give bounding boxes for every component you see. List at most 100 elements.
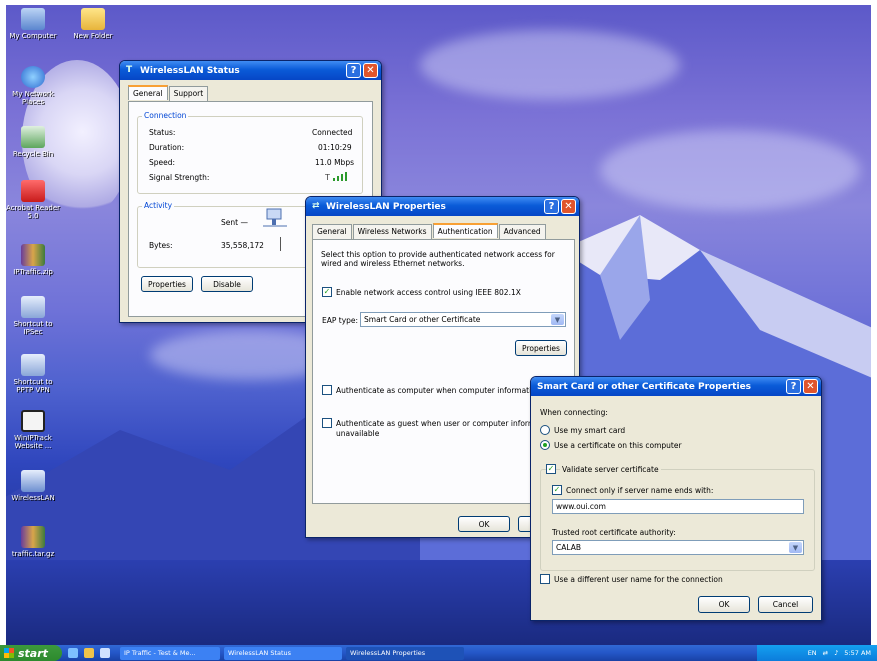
task-ip-traffic[interactable]: IP Traffic - Test & Me... [120,646,220,660]
network-icon: T [126,65,133,75]
validate-server-label: Validate server certificate [560,465,661,474]
desktop-icon-ipsec[interactable]: Shortcut to IPSec [4,296,62,336]
auth-as-guest-checkbox[interactable] [322,418,332,428]
auth-as-computer-checkbox[interactable] [322,385,332,395]
window-title: WirelessLAN Properties [326,201,446,212]
validate-server-checkbox[interactable]: ✓ [546,464,556,474]
tab-authentication[interactable]: Authentication [432,223,498,238]
tab-general[interactable]: General [312,224,352,239]
validate-group [540,469,815,571]
desktop-icon-new-folder[interactable]: New Folder [64,8,122,40]
ok-button[interactable]: OK [458,516,510,532]
speed-label: Speed: [149,158,176,167]
website-icon [21,410,45,432]
shortcut-icon [21,296,45,318]
system-tray: EN ⇄ ♪ 5:57 AM [757,645,877,661]
trusted-root-select[interactable]: CALAB ▼ [552,540,804,555]
auth-as-guest-label: Authenticate as guest when user or compu… [336,419,545,428]
signal-strength-icon: T [325,172,347,182]
tab-advanced[interactable]: Advanced [498,224,546,239]
windows-logo-icon [4,648,14,658]
desktop-icon-label: Recycle Bin [12,150,54,158]
network-tray-icon[interactable]: ⇄ [823,649,828,657]
desktop-icon-iptraffic-zip[interactable]: IPTraffic.zip [4,244,62,276]
close-button[interactable]: ✕ [803,379,818,394]
window-title: Smart Card or other Certificate Properti… [537,381,752,392]
smartcard-window: Smart Card or other Certificate Properti… [530,376,822,621]
eap-properties-button[interactable]: Properties [515,340,567,356]
start-button[interactable]: start [0,645,62,661]
disable-button[interactable]: Disable [201,276,253,292]
svg-text:T: T [325,173,330,182]
use-smart-card-radio[interactable] [540,425,550,435]
desktop-icon-label: Shortcut to IPSec [13,320,53,336]
connect-only-checkbox[interactable]: ✓ [552,485,562,495]
ok-button[interactable]: OK [698,596,750,613]
smartcard-window-titlebar[interactable]: Smart Card or other Certificate Properti… [531,377,821,396]
properties-tabs: General Wireless Networks Authentication… [312,223,547,239]
desktop-icon-label: New Folder [73,32,113,40]
show-desktop-icon[interactable] [68,648,78,658]
shortcut-icon [21,354,45,376]
different-user-checkbox[interactable] [540,574,550,584]
enable-8021x-label: Enable network access control using IEEE… [336,288,521,297]
duration-value: 01:10:29 [318,143,352,152]
use-certificate-radio[interactable] [540,440,550,450]
cancel-button[interactable]: Cancel [758,596,813,613]
tab-support[interactable]: Support [168,86,209,101]
signal-label: Signal Strength: [149,173,210,182]
desktop-icon-traffic-tar[interactable]: traffic.tar.gz [4,526,62,558]
close-button[interactable]: ✕ [363,63,378,78]
auth-description: Select this option to provide authentica… [321,250,555,268]
computer-icon [21,8,45,30]
tab-wireless-networks[interactable]: Wireless Networks [352,224,432,239]
task-wirelesslan-properties[interactable]: WirelessLAN Properties [346,646,464,660]
properties-window-titlebar[interactable]: ⇄ WirelessLAN Properties ? ✕ [306,197,579,216]
status-label: Status: [149,128,176,137]
tab-general[interactable]: General [128,85,168,100]
eap-type-label: EAP type: [322,316,359,325]
acrobat-icon [21,180,45,202]
help-button[interactable]: ? [346,63,361,78]
server-name-value: www.oui.com [556,502,606,511]
desktop-icon-label: WirelessLAN [11,494,55,502]
chevron-down-icon: ▼ [789,542,802,553]
status-window-titlebar[interactable]: T WirelessLAN Status ? ✕ [120,61,381,80]
use-smart-card-label: Use my smart card [554,426,626,435]
desktop-icon-label: My Network Places [12,90,54,106]
task-wirelesslan-status[interactable]: WirelessLAN Status [224,646,342,660]
bytes-label: Bytes: [149,241,173,250]
sent-label: Sent — [221,218,248,227]
server-name-input[interactable]: www.oui.com [552,499,804,514]
desktop-icon-acrobat[interactable]: Acrobat Reader 5.0 [4,180,62,220]
auth-as-guest-label-2: unavailable [336,429,380,438]
bytes-sent-value: 35,558,172 [221,241,264,250]
eap-type-select[interactable]: Smart Card or other Certificate ▼ [360,312,566,327]
desktop-icon-label: Acrobat Reader 5.0 [6,204,60,220]
desktop-icon-recycle-bin[interactable]: Recycle Bin [4,126,62,158]
different-user-label: Use a different user name for the connec… [554,575,723,584]
help-button[interactable]: ? [786,379,801,394]
close-button[interactable]: ✕ [561,199,576,214]
help-button[interactable]: ? [544,199,559,214]
auth-as-computer-label: Authenticate as computer when computer i… [336,386,541,395]
desktop-icon-label: Shortcut to PPTP VPN [13,378,53,394]
trusted-root-value: CALAB [556,543,581,552]
desktop-icon-pptp-vpn[interactable]: Shortcut to PPTP VPN [4,354,62,394]
network-activity-icon [263,208,287,227]
properties-button[interactable]: Properties [141,276,193,292]
when-connecting-label: When connecting: [540,408,608,417]
desktop-icon-winiptrack[interactable]: WinIPTrack Website ... [4,410,62,450]
desktop-icon-my-computer[interactable]: My Computer [4,8,62,40]
quicklaunch-icon[interactable] [100,648,110,658]
enable-8021x-checkbox[interactable]: ✓ [322,287,332,297]
volume-icon[interactable]: ♪ [834,649,838,657]
desktop-icon-network-places[interactable]: My Network Places [4,66,62,106]
taskbar: start IP Traffic - Test & Me... Wireless… [0,645,877,661]
clock[interactable]: 5:57 AM [844,649,871,657]
explorer-icon[interactable] [84,648,94,658]
desktop-icon-wirelesslan[interactable]: WirelessLAN [4,470,62,502]
use-certificate-label: Use a certificate on this computer [554,441,682,450]
window-title: WirelessLAN Status [140,65,240,76]
language-indicator[interactable]: EN [808,649,817,657]
